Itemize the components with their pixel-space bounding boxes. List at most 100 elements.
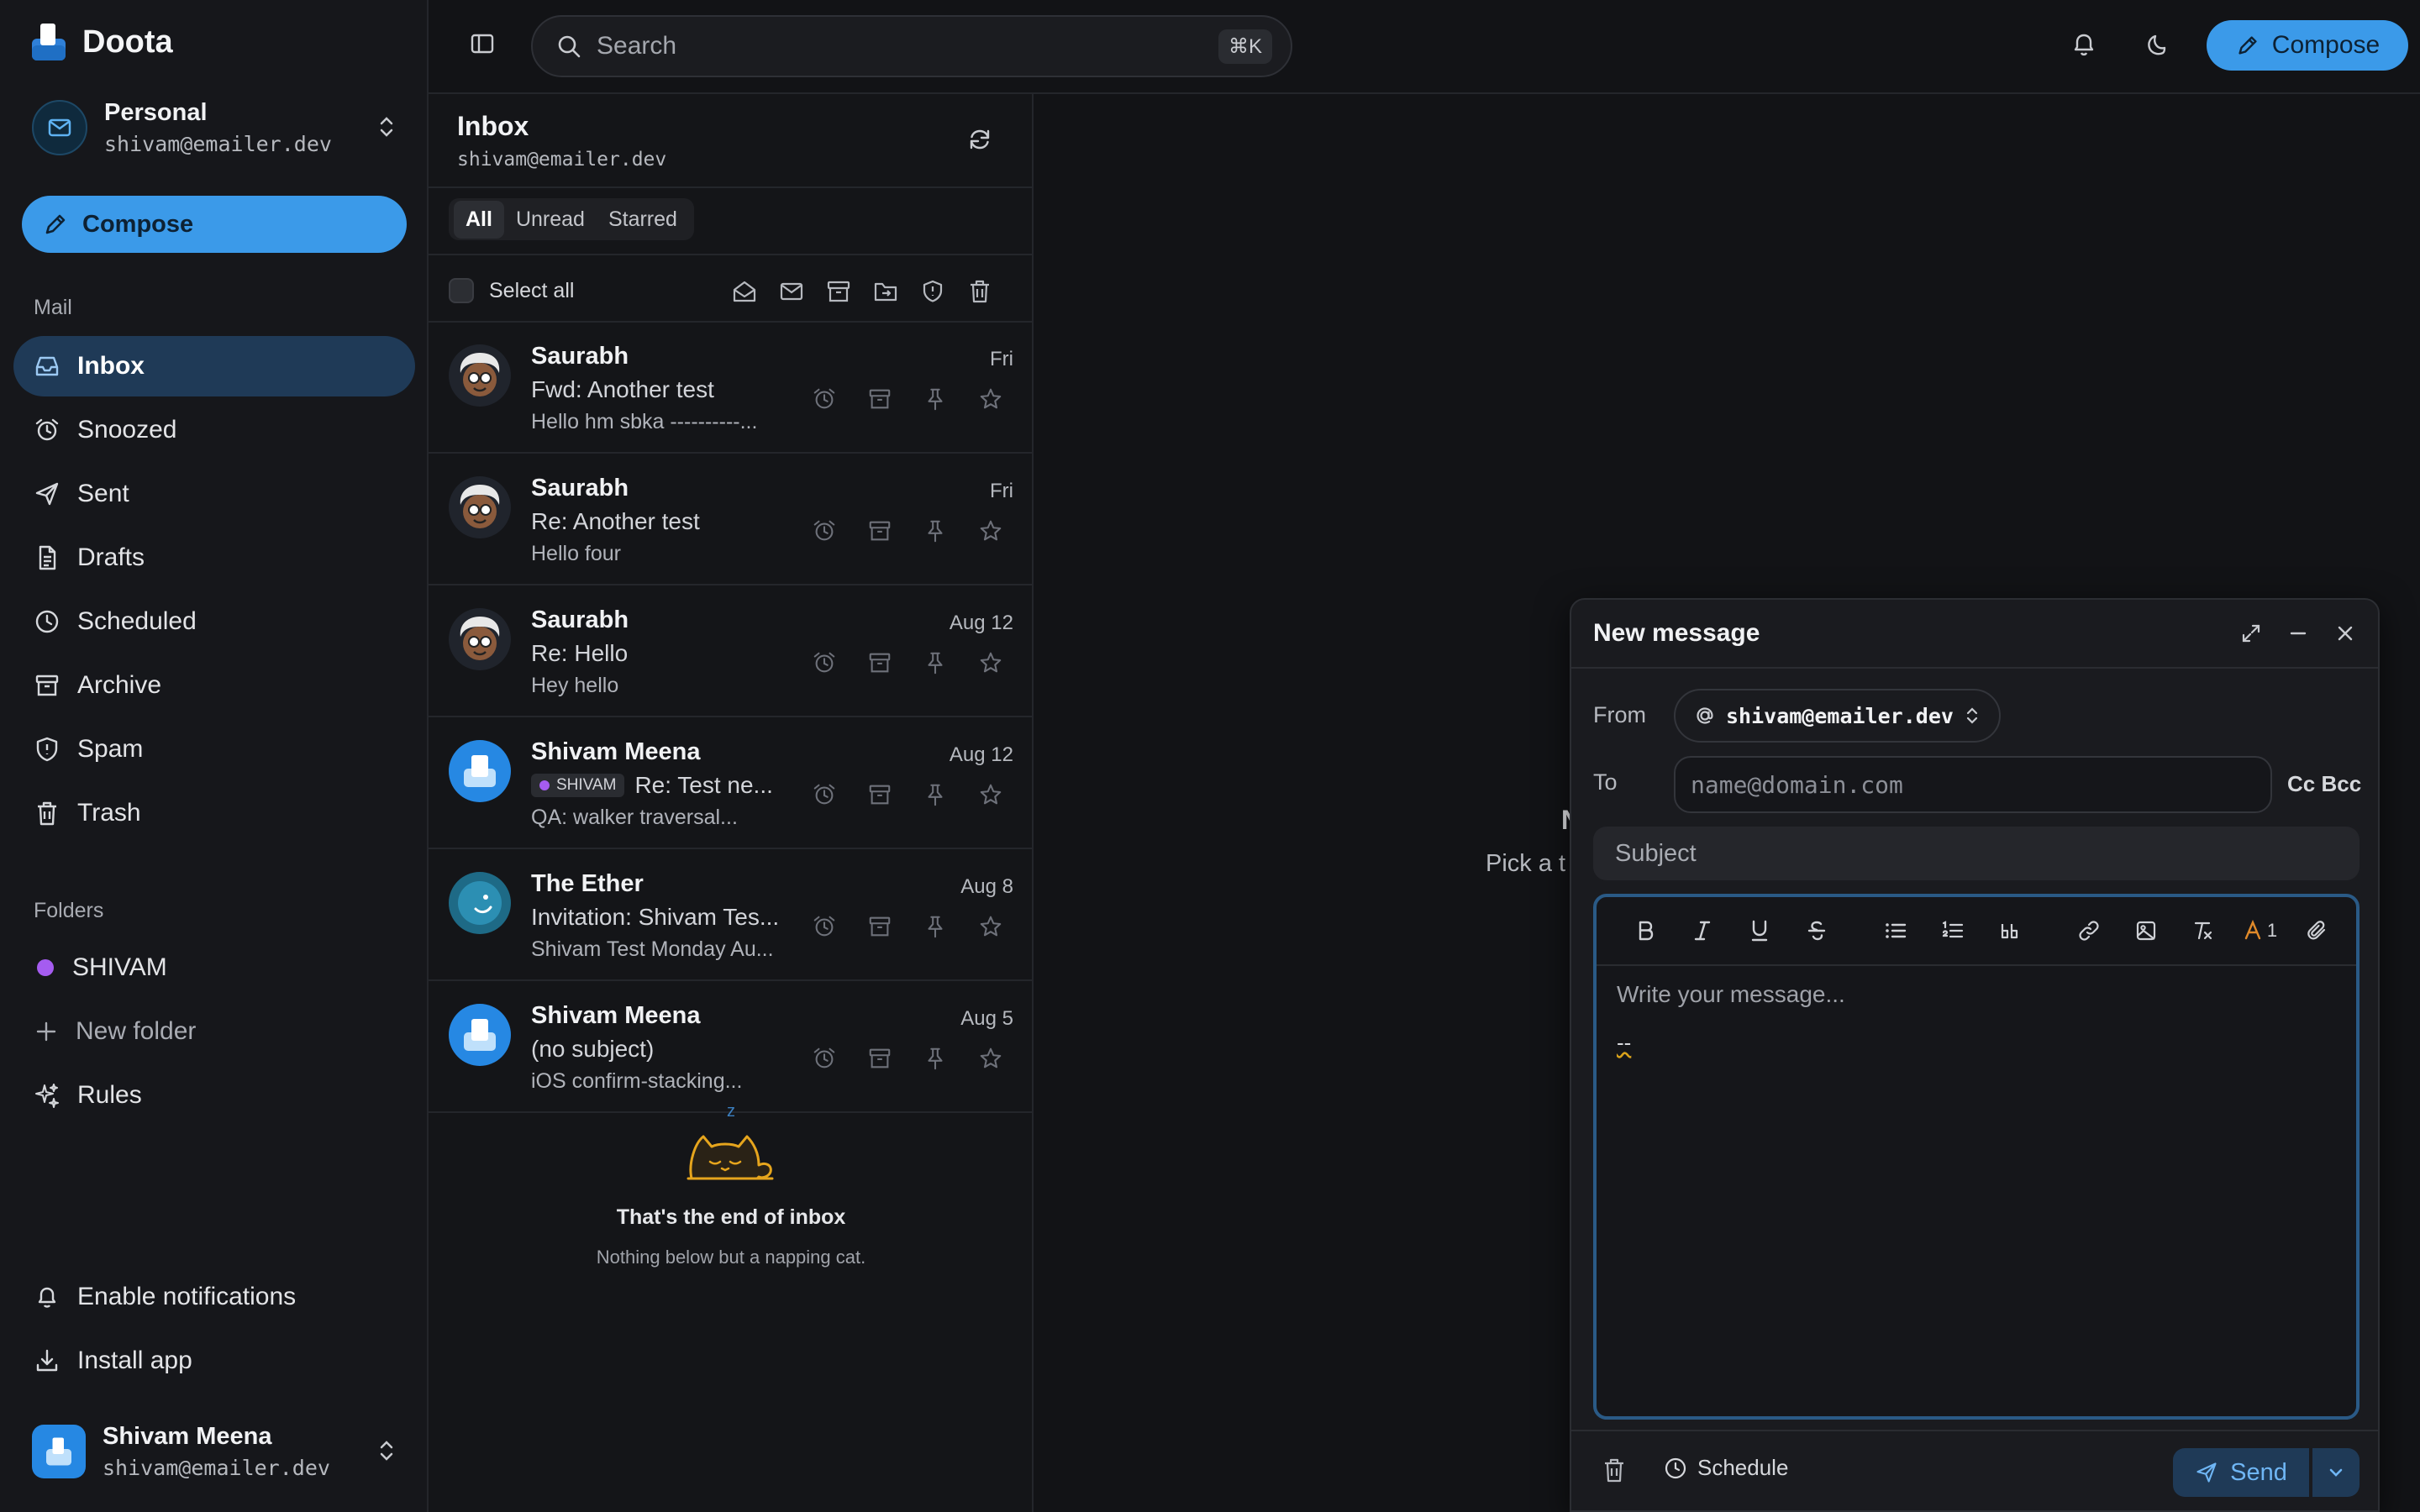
star-icon[interactable] [978,782,1003,807]
alarm-clock-icon[interactable] [812,914,837,939]
message-editor[interactable]: 1 Write your message... -- [1593,894,2360,1420]
tab-unread[interactable]: Unread [504,201,597,239]
sidebar-item-label: Snoozed [77,416,177,444]
bell-icon[interactable] [2070,30,2097,59]
sidebar-toggle-icon[interactable] [469,30,496,57]
star-icon[interactable] [978,914,1003,939]
archive-icon[interactable] [867,782,892,807]
message-row[interactable]: Shivam Meena Aug 5 (no subject) iOS confirm… [429,982,1034,1113]
sidebar-item-snoozed[interactable]: Snoozed [13,400,415,460]
schedule-button[interactable]: Schedule [1664,1455,1788,1481]
sidebar-item-label: Drafts [77,543,145,571]
discard-trash-icon[interactable] [1602,1457,1627,1483]
sidebar-item-inbox[interactable]: Inbox [13,336,415,396]
sidebar-item-rules[interactable]: Rules [13,1065,415,1126]
sidebar-item-folder-shivam[interactable]: SHIVAM [13,937,415,998]
tab-starred[interactable]: Starred [597,201,689,239]
send-options-button[interactable] [2312,1448,2360,1497]
compose-button-top[interactable]: Compose [2207,20,2408,71]
underline-icon[interactable] [1731,910,1788,952]
archive-icon[interactable] [867,386,892,412]
image-icon[interactable] [2118,910,2175,952]
minimize-icon[interactable] [2287,622,2309,644]
pin-icon[interactable] [923,914,948,939]
moon-icon[interactable] [2144,30,2171,59]
clock-icon [1664,1457,1687,1480]
pin-icon[interactable] [923,386,948,412]
refresh-icon[interactable] [966,126,993,153]
enable-notifications-button[interactable]: Enable notifications [13,1267,415,1327]
inbox-panel: Inbox shivam@emailer.dev All Unread Star… [429,94,1034,1512]
close-icon[interactable] [2334,622,2356,644]
pin-icon[interactable] [923,1046,948,1071]
star-icon[interactable] [978,650,1003,675]
message-row[interactable]: Saurabh Fri Re: Another test Hello four [429,454,1034,585]
archive-icon[interactable] [867,914,892,939]
compose-button[interactable]: Compose [22,196,407,253]
install-app-button[interactable]: Install app [13,1331,415,1391]
numbered-list-icon[interactable] [1924,910,1981,952]
star-icon[interactable] [978,1046,1003,1071]
from-selector[interactable]: shivam@emailer.dev [1674,689,2001,743]
bold-icon[interactable] [1617,910,1674,952]
quote-icon[interactable] [1981,910,2039,952]
sidebar-item-drafts[interactable]: Drafts [13,528,415,588]
message-row[interactable]: Shivam Meena Aug 12 SHIVAM Re: Test ne... QA… [429,718,1034,849]
sidebar-item-scheduled[interactable]: Scheduled [13,591,415,652]
mail-icon[interactable] [778,279,805,304]
expand-icon[interactable] [2240,622,2262,644]
star-icon[interactable] [978,386,1003,412]
text-color-control[interactable]: 1 [2232,910,2289,952]
search-input[interactable]: Search ⌘K [531,15,1292,77]
archive-icon[interactable] [825,279,852,304]
folder-tag-label: SHIVAM [556,776,617,794]
brand[interactable]: Doota [30,22,173,62]
shield-alert-icon[interactable] [919,279,946,304]
new-folder-label: New folder [76,1017,197,1045]
paperclip-icon[interactable] [2289,910,2346,952]
sidebar-item-archive[interactable]: Archive [13,655,415,716]
select-all-checkbox[interactable] [449,278,474,303]
to-input[interactable]: name@domain.com [1674,756,2272,813]
archive-icon[interactable] [867,1046,892,1071]
cc-bcc-toggle[interactable]: Cc Bcc [2287,771,2361,797]
send-button[interactable]: Send [2173,1448,2309,1497]
message-date: Aug 12 [949,743,1013,766]
subject-input[interactable]: Subject [1593,827,2360,880]
bullet-list-icon[interactable] [1867,910,1924,952]
new-folder-button[interactable]: New folder [13,1001,415,1062]
alarm-clock-icon[interactable] [812,386,837,412]
account-email: shivam@emailer.dev [104,132,332,156]
alarm-clock-icon[interactable] [812,782,837,807]
star-icon[interactable] [978,518,1003,543]
sidebar-item-trash[interactable]: Trash [13,783,415,843]
account-switcher[interactable]: Personal shivam@emailer.dev [32,97,402,158]
archive-icon[interactable] [867,650,892,675]
app-name: Doota [82,24,173,60]
sender-avatar [449,872,511,934]
pin-icon[interactable] [923,650,948,675]
clear-formatting-icon[interactable] [2175,910,2232,952]
alarm-clock-icon[interactable] [812,518,837,543]
message-row[interactable]: The Ether Aug 8 Invitation: Shivam Tes... S… [429,850,1034,981]
italic-icon[interactable] [1674,910,1731,952]
alarm-clock-icon[interactable] [812,1046,837,1071]
trash-icon[interactable] [966,279,993,304]
message-row[interactable]: Saurabh Aug 12 Re: Hello Hey hello [429,586,1034,717]
sidebar-item-spam[interactable]: Spam [13,719,415,780]
message-row[interactable]: Saurabh Fri Fwd: Another test Hello hm sbka… [429,323,1034,454]
alarm-clock-icon[interactable] [812,650,837,675]
user-menu[interactable]: Shivam Meena shivam@emailer.dev [32,1421,402,1482]
pin-icon[interactable] [923,518,948,543]
message-preview: Hello hm sbka ----------... [531,410,758,433]
strikethrough-icon[interactable] [1788,910,1845,952]
tab-all[interactable]: All [454,200,504,239]
pin-icon[interactable] [923,782,948,807]
link-icon[interactable] [2060,910,2118,952]
sidebar-item-sent[interactable]: Sent [13,464,415,524]
row-actions [812,518,1003,543]
trash-icon [34,800,60,827]
archive-icon[interactable] [867,518,892,543]
move-to-folder-icon[interactable] [872,279,899,304]
mail-open-icon[interactable] [731,279,758,304]
